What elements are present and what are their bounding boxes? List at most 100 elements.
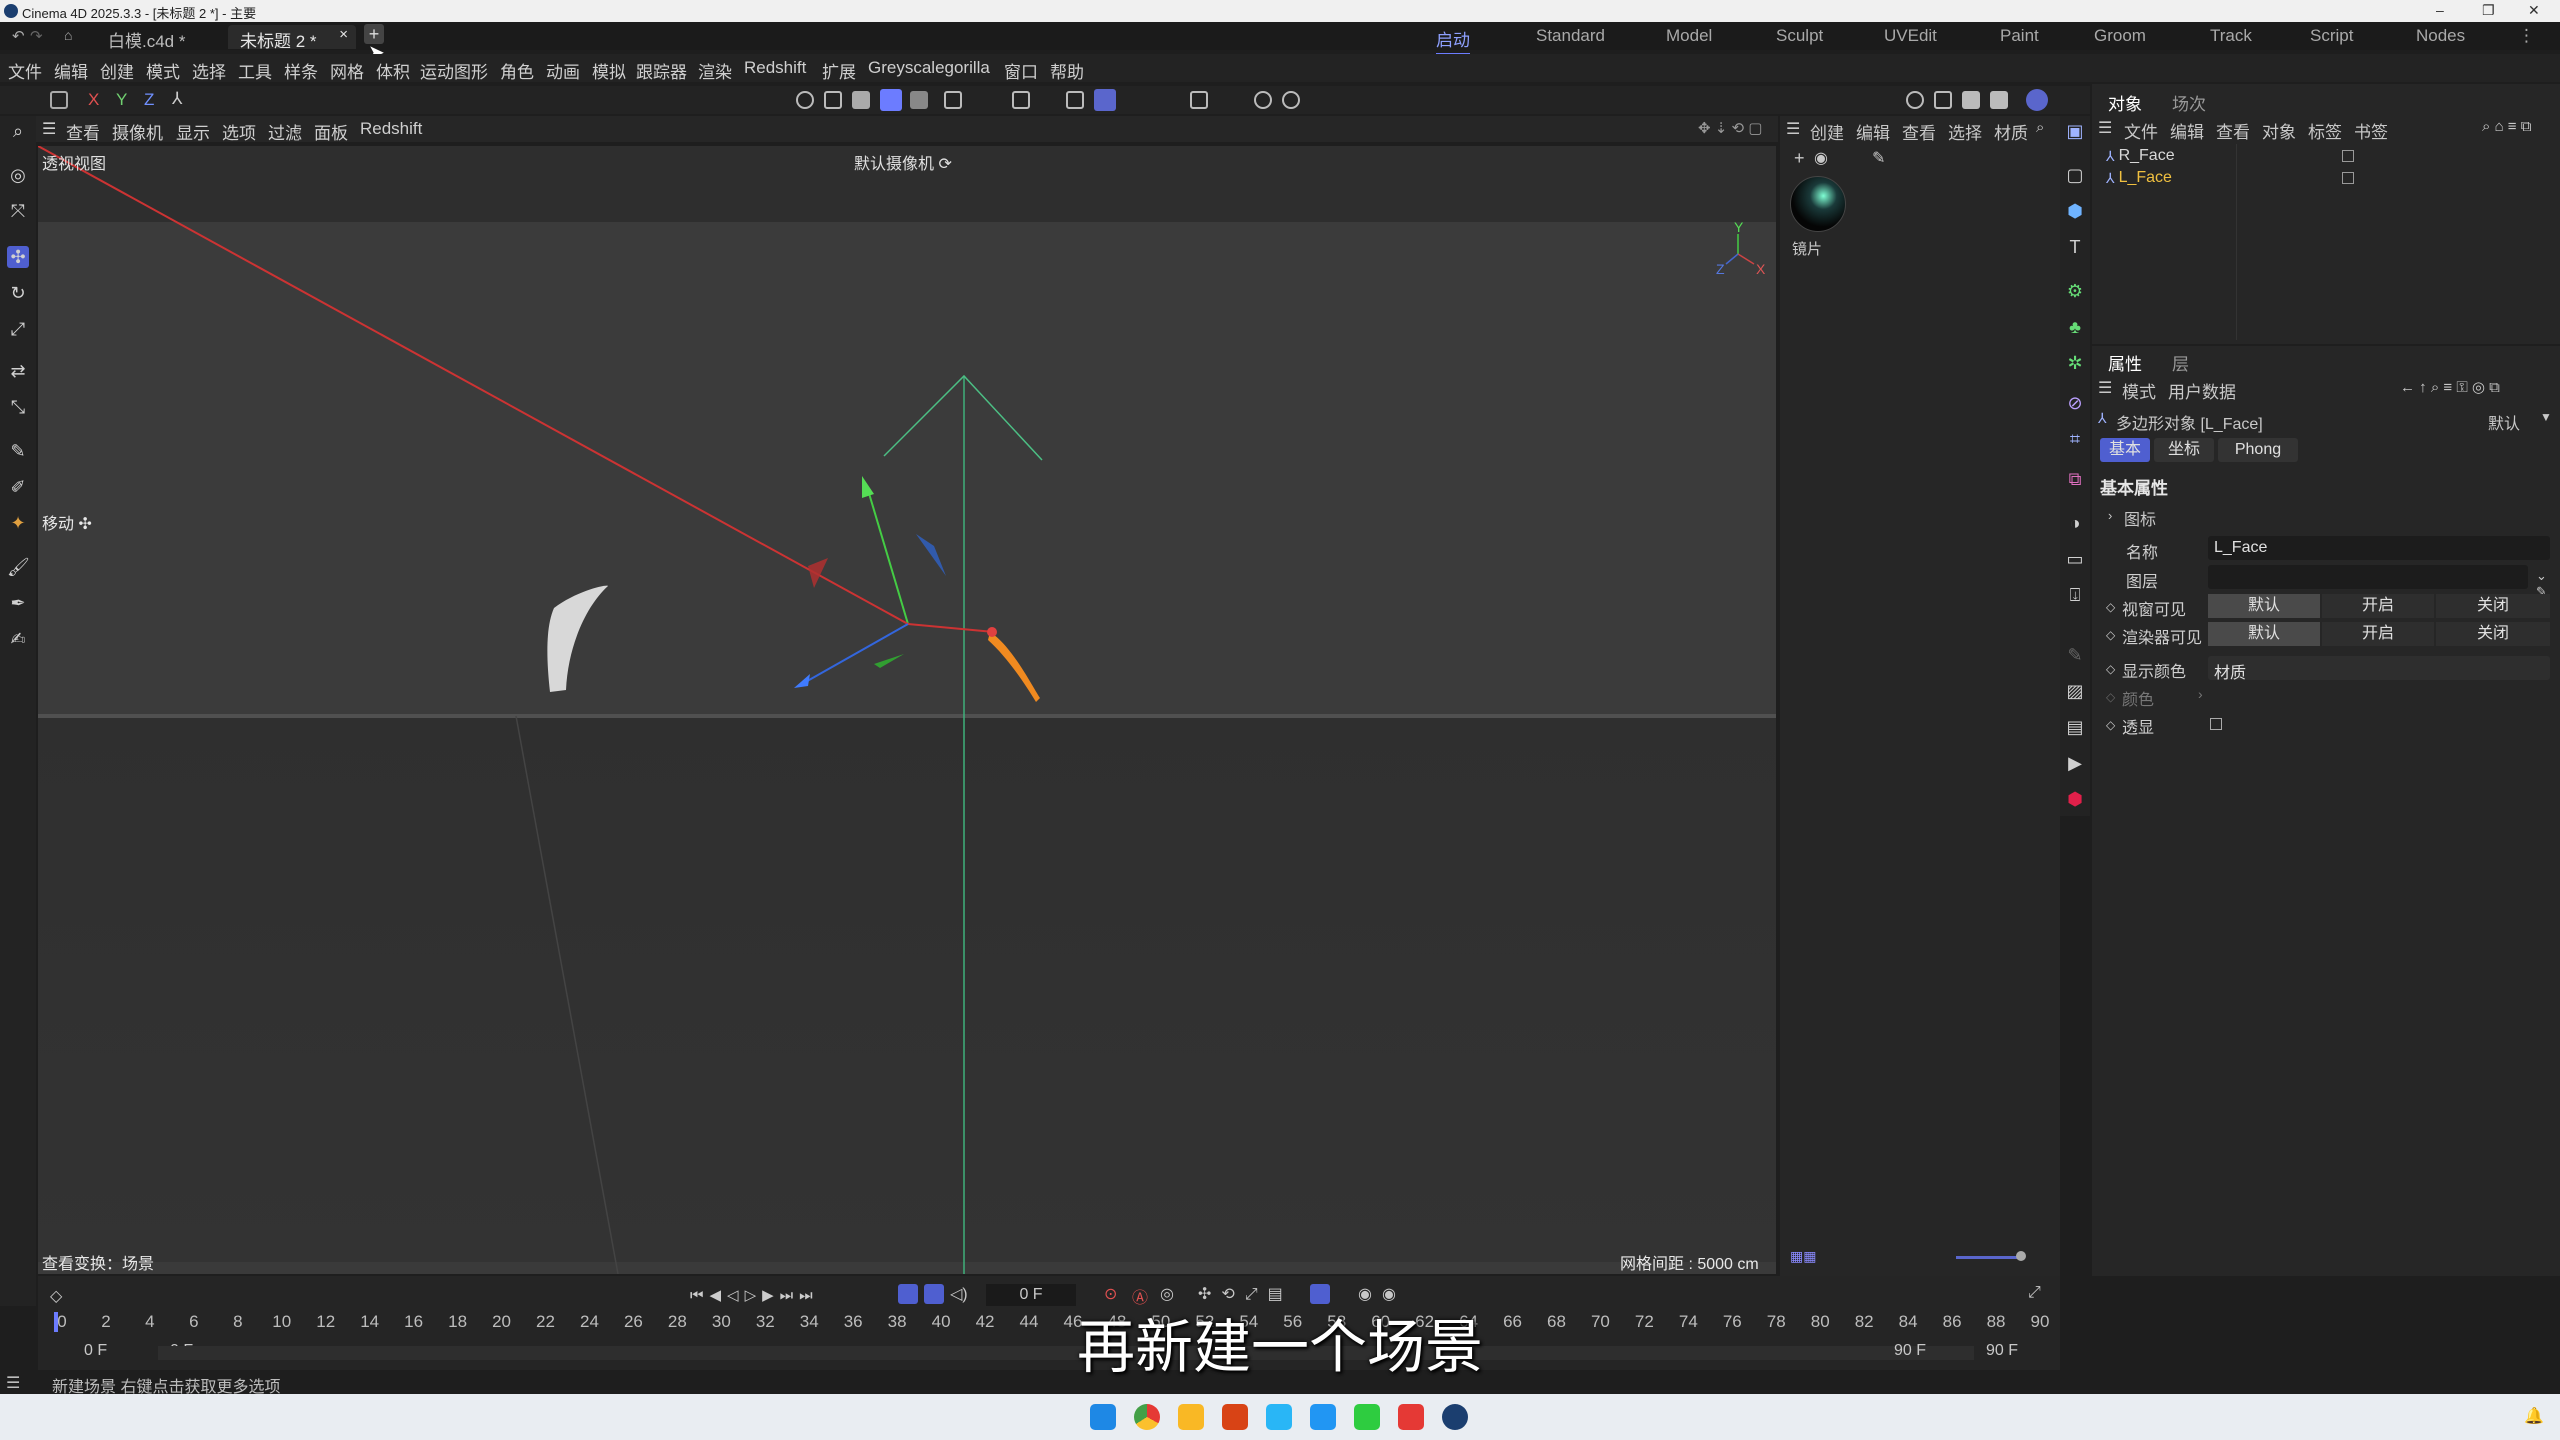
layout-tab-paint[interactable]: Paint (2000, 26, 2039, 46)
paint-tool-icon[interactable]: ✒ (7, 592, 29, 614)
viewport-camera-label[interactable]: 默认摄像机 ⟳ (854, 150, 952, 174)
tag-phong-icon[interactable] (2342, 172, 2354, 184)
menu-character[interactable]: 角色 (500, 58, 534, 83)
objmgr-hamburger-icon[interactable]: ☰ (2098, 118, 2112, 138)
material-menu-select[interactable]: 选择 (1948, 119, 1982, 144)
layout-tab-nodes[interactable]: Nodes (2416, 26, 2465, 46)
spline-pen-icon[interactable]: ✎ (7, 440, 29, 462)
viewport-navigation-icons[interactable]: ✥ ⇣ ⟲ ▢ (1698, 119, 1762, 137)
render-picture-viewer-icon[interactable] (1934, 91, 1952, 109)
camera-object-icon[interactable]: ▭ (2064, 548, 2086, 570)
object-row[interactable]: ⅄ L_Face (2106, 168, 2546, 188)
gizmo-x-handle-icon[interactable] (987, 627, 997, 637)
environment-icon[interactable]: ◑ (2064, 512, 2086, 534)
powerpoint-icon[interactable] (1222, 1404, 1248, 1430)
mograph-fracture-icon[interactable]: ♣ (2064, 316, 2086, 338)
restore-icon[interactable]: ❐ (2482, 2, 2495, 19)
menu-volume[interactable]: 体积 (376, 58, 410, 83)
menu-simulate[interactable]: 模拟 (592, 58, 626, 83)
polygons-mode-icon[interactable] (852, 91, 870, 109)
keyframe-diamond-icon[interactable]: ◇ (2106, 600, 2115, 614)
cinema4d-taskbar-icon[interactable] (1442, 1404, 1468, 1430)
layout-tab-sculpt[interactable]: Sculpt (1776, 26, 1823, 46)
close-tab-icon[interactable]: × (339, 26, 348, 43)
tab-layers[interactable]: 层 (2172, 350, 2189, 375)
redo-icon[interactable]: ↷ (30, 27, 43, 45)
material-sphere-icon[interactable]: ◉ (1814, 148, 1828, 168)
redshift-object-icon[interactable]: ⬢ (2064, 788, 2086, 810)
layout-tab-startup[interactable]: 启动 (1436, 26, 1470, 55)
tag-phong-icon[interactable] (2342, 150, 2354, 162)
menu-select[interactable]: 选择 (192, 58, 226, 83)
objmgr-menu-edit[interactable]: 编辑 (2170, 118, 2204, 143)
objmgr-menu-file[interactable]: 文件 (2124, 118, 2158, 143)
layout-tab-uvedit[interactable]: UVEdit (1884, 26, 1937, 46)
menu-file[interactable]: 文件 (8, 58, 42, 83)
pen-disabled-icon[interactable]: ✎ (2064, 644, 2086, 666)
tab-takes[interactable]: 场次 (2172, 90, 2206, 115)
move-tool-icon[interactable]: ✣ (7, 246, 29, 268)
rotate-tool-icon[interactable]: ↻ (7, 282, 29, 304)
generator-icon[interactable]: ⧉ (2064, 468, 2086, 490)
select-tool-icon[interactable]: ⤧ (7, 200, 29, 222)
objmgr-menu-view[interactable]: 查看 (2216, 118, 2250, 143)
layer-field[interactable] (2208, 565, 2528, 589)
material-menu-view[interactable]: 查看 (1902, 119, 1936, 144)
attr-hamburger-icon[interactable]: ☰ (2098, 378, 2112, 398)
model-mode-icon[interactable] (880, 89, 902, 111)
menu-animate[interactable]: 动画 (546, 58, 580, 83)
notification-icon[interactable]: 🔔 (2524, 1406, 2544, 1426)
menu-extensions[interactable]: 扩展 (822, 58, 856, 83)
grid-snap-icon[interactable] (1066, 91, 1084, 109)
close-window-icon[interactable]: ✕ (2528, 2, 2540, 19)
menu-redshift[interactable]: Redshift (744, 58, 806, 78)
live-selection-icon[interactable]: ◎ (7, 164, 29, 186)
sculpt-tool-icon[interactable]: ✍ (7, 628, 29, 650)
render-queue-icon[interactable] (1990, 91, 2008, 109)
video-app-icon[interactable] (1398, 1404, 1424, 1430)
chrome-icon[interactable] (1134, 1404, 1160, 1430)
subtab-phong[interactable]: Phong (2218, 438, 2298, 462)
mograph-effector-icon[interactable]: ✲ (2064, 352, 2086, 374)
texture-mode-icon[interactable] (910, 91, 928, 109)
display-color-dropdown[interactable]: 材质 (2208, 656, 2550, 682)
add-material-icon[interactable]: + (1794, 148, 1805, 169)
points-mode-icon[interactable] (796, 91, 814, 109)
objmgr-search-icon[interactable]: ⌕ ⌂ ≡ ⧉ (2482, 118, 2531, 135)
viewport-hamburger-icon[interactable]: ☰ (42, 119, 56, 139)
redshift-render-icon[interactable] (2026, 89, 2048, 111)
objmgr-menu-object[interactable]: 对象 (2262, 118, 2296, 143)
workplane-icon[interactable] (1094, 89, 1116, 111)
material-menu-material[interactable]: 材质 (1994, 119, 2028, 144)
keyframe-diamond-icon[interactable]: ◇ (2106, 662, 2115, 676)
subtab-coord[interactable]: 坐标 (2154, 438, 2214, 462)
tab-objects[interactable]: 对象 (2108, 90, 2142, 115)
menu-mesh[interactable]: 网格 (330, 58, 364, 83)
photos-icon[interactable] (1266, 1404, 1292, 1430)
group-icon-label[interactable]: 图标 (2124, 506, 2156, 530)
axis-z-button[interactable]: Z (144, 90, 154, 110)
axis-y-button[interactable]: Y (116, 90, 127, 110)
menu-edit[interactable]: 编辑 (54, 58, 88, 83)
tab-attributes[interactable]: 属性 (2108, 350, 2142, 375)
layout-tab-track[interactable]: Track (2210, 26, 2252, 46)
deformer-icon[interactable]: ⊘ (2064, 392, 2086, 414)
text-spline-icon[interactable]: T (2064, 236, 2086, 258)
windows-start-icon[interactable] (1090, 1404, 1116, 1430)
material-search-icon[interactable]: ⌕ (2036, 119, 2044, 136)
subtab-basic[interactable]: 基本 (2100, 438, 2150, 462)
vis-render-on[interactable]: 开启 (2322, 622, 2434, 646)
vis-render-default[interactable]: 默认 (2208, 622, 2320, 646)
scale-tool-icon[interactable]: ⤢ (7, 318, 29, 340)
viewport-menu-display[interactable]: 显示 (176, 119, 210, 144)
vis-editor-default[interactable]: 默认 (2208, 594, 2320, 618)
menu-tools[interactable]: 工具 (238, 58, 272, 83)
menu-help[interactable]: 帮助 (1050, 58, 1084, 83)
attr-menu-userdata[interactable]: 用户数据 (2168, 378, 2236, 403)
tab-document-baimo[interactable]: 白模.c4d * (96, 25, 197, 51)
transform-tool-icon[interactable]: ⇄ (7, 360, 29, 382)
menu-render[interactable]: 渲染 (698, 58, 732, 83)
search-icon[interactable]: ⌕ (7, 120, 29, 142)
axis-tool-icon[interactable]: ⤡ (7, 396, 29, 418)
tab-document-untitled2[interactable]: 未标题 2 * × (228, 25, 356, 51)
